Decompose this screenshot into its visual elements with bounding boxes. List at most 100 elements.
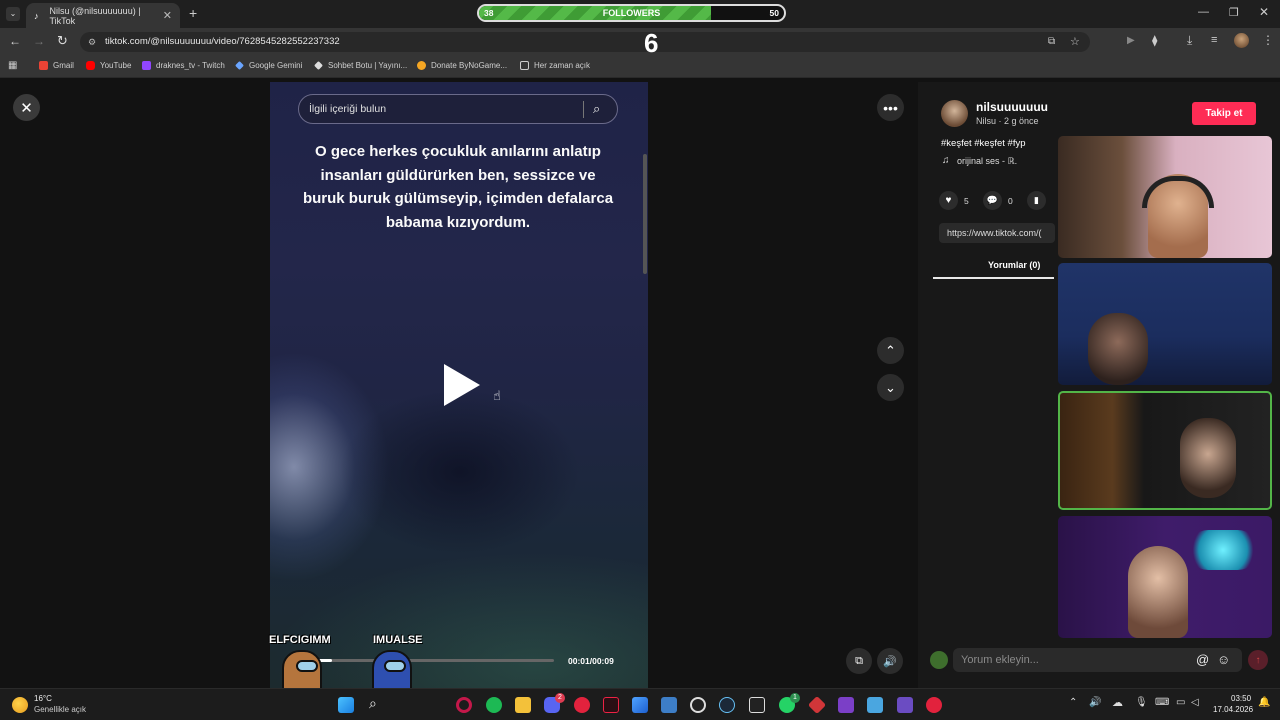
mention-icon[interactable]: @ bbox=[1196, 648, 1209, 672]
video-scrollbar[interactable] bbox=[643, 154, 647, 274]
onedrive-icon[interactable]: ☁ bbox=[1112, 696, 1123, 709]
whatsapp-badge: 1 bbox=[790, 693, 800, 703]
player-name-2: IMUALSE bbox=[373, 634, 423, 646]
comment-input[interactable]: Yorum ekleyin... @ ☺ bbox=[953, 648, 1242, 672]
snipping-icon[interactable] bbox=[661, 697, 677, 713]
spotify-icon[interactable] bbox=[486, 697, 502, 713]
minimize-icon[interactable]: — bbox=[1198, 6, 1209, 18]
clock-time[interactable]: 03:50 bbox=[1231, 694, 1251, 703]
notifications-icon[interactable]: 🔔 bbox=[1258, 697, 1270, 708]
weather-icon[interactable] bbox=[12, 697, 28, 713]
bookmark-icon[interactable]: ▮ bbox=[1027, 191, 1046, 210]
post-hashtags[interactable]: #keşfet #keşfet #fyp bbox=[941, 138, 1026, 149]
close-tab-icon[interactable]: ✕ bbox=[163, 9, 172, 22]
play-icon[interactable] bbox=[444, 364, 480, 406]
music-note-icon: ♫ bbox=[942, 155, 950, 166]
bookmark-bynogame[interactable]: Donate ByNoGame... bbox=[417, 61, 507, 70]
comment-icon[interactable]: 💬 bbox=[983, 191, 1002, 210]
bookmark-folder[interactable]: Her zaman açık bbox=[520, 61, 590, 70]
photos-icon[interactable] bbox=[632, 697, 648, 713]
twitch-icon bbox=[142, 61, 151, 70]
site-info-icon[interactable]: ⚙ bbox=[88, 32, 96, 52]
mic-icon[interactable]: 🎙 bbox=[1135, 697, 1148, 708]
comments-tab[interactable]: Yorumlar (0) bbox=[988, 260, 1040, 270]
visual-studio-icon[interactable] bbox=[838, 697, 854, 713]
bookmarks-bar: ▦ Gmail YouTube draknes_tv - Twitch Goog… bbox=[0, 56, 1280, 78]
send-comment-button[interactable]: ↑ bbox=[1248, 650, 1268, 670]
profile-avatar[interactable] bbox=[1234, 33, 1249, 48]
share-url-field[interactable]: https://www.tiktok.com/( bbox=[939, 223, 1055, 243]
keyboard-icon[interactable]: ⌨ bbox=[1155, 697, 1169, 708]
forward-icon[interactable]: → bbox=[33, 34, 45, 48]
close-video-button[interactable]: ✕ bbox=[13, 94, 40, 121]
volume-button[interactable]: 🔊 bbox=[877, 648, 903, 674]
start-icon[interactable] bbox=[338, 697, 354, 713]
windows-taskbar: 16°C Genellikle açık ⌕ 2 1 ⌃ 🔊 ☁ 🎙 ⌨ ▭ ◁… bbox=[0, 688, 1280, 720]
followers-goal-bar: 38 FOLLOWERS 50 bbox=[477, 4, 786, 22]
tab-title: Nilsu (@nilsuuuuuuu) | TikTok bbox=[49, 5, 141, 26]
discord-badge: 2 bbox=[555, 693, 565, 703]
install-app-icon[interactable]: ⧉ bbox=[1048, 32, 1055, 52]
bookmark-star-icon[interactable]: ☆ bbox=[1070, 32, 1080, 52]
bookmark-youtube[interactable]: YouTube bbox=[86, 61, 131, 70]
app-red-icon[interactable] bbox=[574, 697, 590, 713]
epic-games-icon[interactable] bbox=[749, 697, 765, 713]
gmail-icon bbox=[39, 61, 48, 70]
follow-button[interactable]: Takip et bbox=[1192, 102, 1256, 125]
restore-icon[interactable]: ❐ bbox=[1229, 6, 1239, 19]
followers-goal: 50 bbox=[769, 8, 779, 18]
video-time: 00:01/00:09 bbox=[568, 656, 614, 666]
close-window-icon[interactable]: ✕ bbox=[1259, 5, 1269, 19]
network-icon[interactable]: ▭ bbox=[1176, 697, 1185, 708]
tab-list-chevron-icon[interactable]: ⌄ bbox=[6, 7, 20, 21]
comment-placeholder: Yorum ekleyin... bbox=[961, 654, 1039, 666]
previous-video-button[interactable]: ⌃ bbox=[877, 337, 904, 364]
opera-gx-icon[interactable] bbox=[456, 697, 472, 713]
like-icon[interactable]: ♥ bbox=[939, 191, 958, 210]
apps-grid-icon[interactable]: ▦ bbox=[8, 60, 17, 71]
author-username[interactable]: nilsuuuuuuu bbox=[976, 100, 1048, 114]
next-video-button[interactable]: ⌄ bbox=[877, 374, 904, 401]
bookmark-twitch[interactable]: draknes_tv - Twitch bbox=[142, 61, 225, 70]
weather-temp: 16°C bbox=[34, 694, 52, 703]
more-options-button[interactable]: ••• bbox=[877, 94, 904, 121]
folder-icon bbox=[520, 61, 529, 70]
bookmark-gemini[interactable]: Google Gemini bbox=[235, 61, 302, 70]
video-progress-track[interactable] bbox=[304, 659, 554, 662]
reading-list-icon[interactable]: ≡ bbox=[1211, 34, 1217, 46]
search-taskbar-icon[interactable]: ⌕ bbox=[369, 695, 377, 712]
author-avatar[interactable] bbox=[941, 100, 968, 127]
browser-tab[interactable]: ♪ Nilsu (@nilsuuuuuuu) | TikTok ✕ bbox=[26, 3, 180, 28]
tray-chevron-icon[interactable]: ⌃ bbox=[1069, 697, 1077, 708]
extensions-icon[interactable]: ⧫ bbox=[1152, 34, 1157, 47]
app-pink-icon[interactable] bbox=[926, 697, 942, 713]
like-count: 5 bbox=[964, 196, 969, 206]
menu-icon[interactable]: ⋮ bbox=[1262, 33, 1274, 47]
url-field[interactable]: ⚙ tiktok.com/@nilsuuuuuuu/video/76285452… bbox=[80, 32, 1090, 52]
search-icon[interactable]: ⌕ bbox=[593, 95, 600, 123]
reload-icon[interactable]: ↻ bbox=[57, 33, 68, 49]
post-sound[interactable]: orijinal ses - ℝ. bbox=[957, 156, 1017, 167]
obs-icon[interactable] bbox=[690, 697, 706, 713]
play-media-icon[interactable]: ▶ bbox=[1127, 35, 1135, 46]
steam-icon[interactable] bbox=[719, 697, 735, 713]
bookmark-sohbet-botu[interactable]: Sohbet Botu | Yayını... bbox=[314, 61, 407, 70]
tray-volume-icon[interactable]: 🔊 bbox=[1089, 697, 1101, 708]
speaker-icon[interactable]: ◁ bbox=[1191, 697, 1199, 708]
notepad-icon[interactable] bbox=[867, 697, 883, 713]
related-search-input[interactable]: İlgili içeriği bulun ⌕ bbox=[298, 94, 618, 124]
back-icon[interactable]: ← bbox=[9, 34, 21, 48]
riot-client-icon[interactable] bbox=[807, 695, 827, 715]
bookmark-gmail[interactable]: Gmail bbox=[39, 61, 74, 70]
downloads-icon[interactable]: ⤓ bbox=[1187, 33, 1192, 48]
new-tab-icon[interactable]: + bbox=[189, 5, 197, 21]
file-explorer-icon[interactable] bbox=[515, 697, 531, 713]
related-search-placeholder: İlgili içeriği bulun bbox=[309, 103, 387, 115]
mini-player-button[interactable]: ⧉ bbox=[846, 648, 872, 674]
kick-count: 6 bbox=[644, 28, 659, 58]
clock-date[interactable]: 17.04.2026 bbox=[1213, 705, 1253, 714]
emoji-icon[interactable]: ☺ bbox=[1217, 648, 1230, 672]
app-purple-icon[interactable] bbox=[897, 697, 913, 713]
valorant-icon[interactable] bbox=[603, 697, 619, 713]
comments-tab-underline bbox=[933, 277, 1054, 279]
